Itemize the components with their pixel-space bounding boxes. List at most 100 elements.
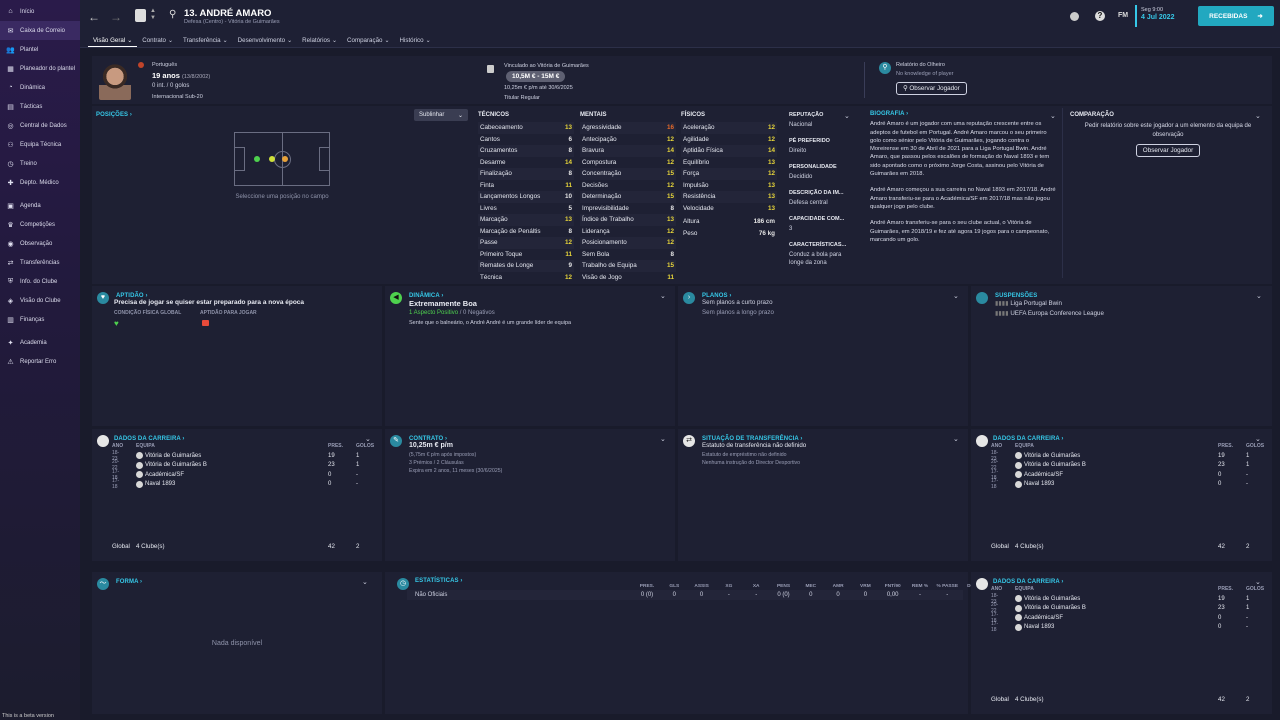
dynamics-title[interactable]: DINÂMICA › <box>409 292 443 299</box>
chevron-up-down-icon[interactable]: ▲ ▼ <box>150 8 156 22</box>
attribute-row[interactable]: Impulsão 13 <box>681 180 777 192</box>
sidebar-item-calendar[interactable]: ▣ Agenda <box>0 196 80 215</box>
career-row[interactable]: 18-23 Vitória de Guimarães 19 1 <box>112 450 372 462</box>
attribute-row[interactable]: Sem Bola 8 <box>580 249 676 261</box>
attribute-row[interactable]: Agilidade 12 <box>681 134 777 146</box>
sidebar-item-academy[interactable]: ✦ Academia <box>0 333 80 352</box>
attribute-row[interactable]: Imprevisibilidade 8 <box>580 203 676 215</box>
career-row[interactable]: 17-18 Naval 1893 0 - <box>991 478 1262 490</box>
attribute-row[interactable]: Remates de Longe 9 <box>478 260 574 272</box>
attribute-row[interactable]: Finalização 8 <box>478 168 574 180</box>
highlight-dropdown[interactable]: Sublinhar ⌄ <box>414 109 468 121</box>
compare-scout-button[interactable]: Observar Jogador <box>1135 144 1201 157</box>
career-row[interactable]: 18-23 Vitória de Guimarães 19 1 <box>991 450 1262 462</box>
attribute-row[interactable]: Velocidade 13 <box>681 203 777 215</box>
chevron-down-icon[interactable]: ⌄ <box>365 435 371 443</box>
transfer-title[interactable]: SITUAÇÃO DE TRANSFERÊNCIA › <box>702 435 803 442</box>
sidebar-item-finance[interactable]: ▥ Finanças <box>0 310 80 329</box>
chevron-down-icon[interactable]: ⌄ <box>1255 112 1261 120</box>
back-icon[interactable]: ← <box>88 10 100 24</box>
fm-logo[interactable]: FM <box>1118 12 1128 19</box>
attribute-row[interactable]: Bravura 14 <box>580 145 676 157</box>
attribute-row[interactable]: Posicionamento 12 <box>580 237 676 249</box>
sidebar-item-data[interactable]: ◎ Central de Dados <box>0 116 80 135</box>
attribute-row[interactable]: Equilíbrio 13 <box>681 157 777 169</box>
inbox-button[interactable]: RECEBIDAS ➜ <box>1198 6 1274 26</box>
biography-title[interactable]: BIOGRAFIA › <box>870 110 1058 118</box>
sidebar-item-dynamics[interactable]: ◔ Dinâmica <box>0 78 80 97</box>
tab-2[interactable]: Transferência ⌄ <box>178 34 233 47</box>
tab-3[interactable]: Desenvolvimento ⌄ <box>233 34 298 47</box>
sidebar-item-bug[interactable]: ⚠ Reportar Erro <box>0 352 80 371</box>
attribute-row[interactable]: Índice de Trabalho 13 <box>580 214 676 226</box>
attribute-row[interactable]: Cabeceamento 13 <box>478 122 574 134</box>
position-competent-dot[interactable] <box>282 156 288 162</box>
sidebar-item-trophy[interactable]: ♛ Competições <box>0 215 80 234</box>
pitch[interactable] <box>234 132 330 186</box>
career-row[interactable]: 17-18 Naval 1893 0 - <box>112 478 372 490</box>
attribute-row[interactable]: Cantos 6 <box>478 134 574 146</box>
forward-icon[interactable]: → <box>110 10 122 24</box>
sidebar-item-staff[interactable]: ⚇ Equipa Técnica <box>0 135 80 154</box>
search-icon[interactable]: ⚲ <box>169 9 176 20</box>
position-natural-dot[interactable] <box>254 156 260 162</box>
help-icon[interactable]: ? <box>1095 11 1105 21</box>
attribute-row[interactable]: Determinação 15 <box>580 191 676 203</box>
tab-6[interactable]: Histórico ⌄ <box>395 34 436 47</box>
sidebar-item-transfer[interactable]: ⇄ Transferências <box>0 253 80 272</box>
attribute-row[interactable]: Decisões 12 <box>580 180 676 192</box>
plans-title[interactable]: PLANOS › <box>702 292 731 299</box>
sidebar-item-scout[interactable]: ◉ Observação <box>0 234 80 253</box>
chevron-down-icon[interactable]: ⌄ <box>1256 292 1262 300</box>
attribute-row[interactable]: Compostura 12 <box>580 157 676 169</box>
attribute-row[interactable]: Agressividade 16 <box>580 122 676 134</box>
attribute-row[interactable]: Livres 5 <box>478 203 574 215</box>
tab-1[interactable]: Contrato ⌄ <box>137 34 178 47</box>
sidebar-item-squad[interactable]: 👥 Plantel <box>0 40 80 59</box>
attribute-row[interactable]: Cruzamentos 8 <box>478 145 574 157</box>
attribute-row[interactable]: Passe 12 <box>478 237 574 249</box>
attribute-row[interactable]: Marcação 13 <box>478 214 574 226</box>
chevron-down-icon[interactable]: ⌄ <box>953 292 959 300</box>
tab-5[interactable]: Comparação ⌄ <box>342 34 394 47</box>
attribute-row[interactable]: Antecipação 12 <box>580 134 676 146</box>
chevron-down-icon[interactable]: ⌄ <box>660 292 666 300</box>
chevron-down-icon[interactable]: ⌄ <box>660 435 666 443</box>
sidebar-item-medical[interactable]: ✚ Depto. Médico <box>0 173 80 192</box>
attribute-row[interactable]: Resistência 13 <box>681 191 777 203</box>
fitness-title[interactable]: APTIDÃO › <box>116 292 148 299</box>
career-row[interactable]: 17-18 Académica/SF 0- <box>112 469 372 481</box>
tab-0[interactable]: Visão Geral ⌄ <box>88 34 138 47</box>
sidebar-item-training[interactable]: ◷ Treino <box>0 154 80 173</box>
attribute-row[interactable]: Visão de Jogo 11 <box>580 272 676 284</box>
suspensions-title[interactable]: SUSPENSÕES <box>995 292 1037 299</box>
attribute-row[interactable]: Primeiro Toque 11 <box>478 249 574 261</box>
sidebar-item-club[interactable]: ⛨ Info. do Clube <box>0 272 80 291</box>
attribute-row[interactable]: Força 12 <box>681 168 777 180</box>
attribute-row[interactable]: Desarme 14 <box>478 157 574 169</box>
crest-small-icon[interactable] <box>1070 12 1079 21</box>
sidebar-item-home[interactable]: ⌂ Início <box>0 2 80 21</box>
career-row[interactable]: 17-18 Académica/SF 0- <box>991 469 1262 481</box>
sidebar-item-planner[interactable]: ▦ Planeador do plantel <box>0 59 80 78</box>
chevron-down-icon[interactable]: ⌄ <box>844 112 850 120</box>
attribute-row[interactable]: Marcação de Penáltis 8 <box>478 226 574 238</box>
chevron-down-icon[interactable]: ⌄ <box>362 578 368 586</box>
career-row[interactable]: 20-22 Vitória de Guimarães B 23 1 <box>112 459 372 471</box>
career-title[interactable]: DADOS DA CARREIRA › <box>993 578 1063 585</box>
form-title[interactable]: FORMA › <box>116 578 142 585</box>
sidebar-item-tactics[interactable]: ▤ Tácticas <box>0 97 80 116</box>
scout-player-button[interactable]: ⚲ Observar Jogador <box>896 82 967 95</box>
chevron-down-icon[interactable]: ⌄ <box>953 435 959 443</box>
chevron-down-icon[interactable]: ⌄ <box>1255 578 1261 586</box>
contract-title[interactable]: CONTRATO › <box>409 435 447 442</box>
chevron-down-icon[interactable]: ⌄ <box>1255 435 1261 443</box>
position-accomplished-dot[interactable] <box>269 156 275 162</box>
career-row[interactable]: 20-22 Vitória de Guimarães B 23 1 <box>991 602 1262 614</box>
attribute-row[interactable]: Lançamentos Longos 10 <box>478 191 574 203</box>
sidebar-item-vision[interactable]: ◈ Visão do Clube <box>0 291 80 310</box>
stats-row[interactable]: Não Oficiais 0 (0)00--0 (0)0000,00----- <box>407 590 1030 600</box>
sidebar-item-mail[interactable]: ✉ Caixa de Correio <box>0 21 80 40</box>
attribute-row[interactable]: Técnica 12 <box>478 272 574 284</box>
career-row[interactable]: 20-22 Vitória de Guimarães B 23 1 <box>991 459 1262 471</box>
